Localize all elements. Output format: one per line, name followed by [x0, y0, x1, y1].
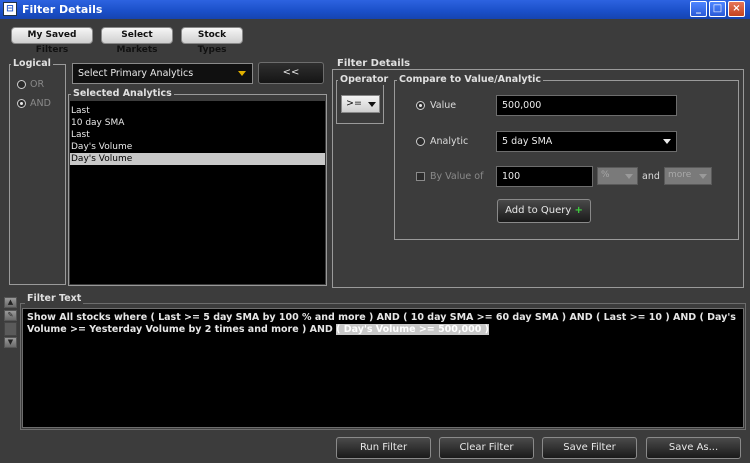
primary-analytics-dropdown[interactable]: Select Primary Analytics	[72, 63, 253, 84]
maximize-button[interactable]: □	[709, 1, 726, 17]
analytic-select[interactable]: 5 day SMA	[496, 131, 677, 152]
add-to-query-label: Add to Query	[505, 205, 572, 216]
title-bar: ⊟ Filter Details _ □ ×	[0, 0, 750, 19]
list-item[interactable]: Day's Volume	[70, 141, 325, 153]
more-value: more	[668, 170, 692, 180]
filter-text-area[interactable]: Show All stocks where ( Last >= 5 day SM…	[22, 308, 744, 428]
chevron-down-icon	[663, 139, 671, 144]
minimize-button[interactable]: _	[690, 1, 707, 17]
analytic-value: 5 day SMA	[502, 136, 553, 147]
selected-analytics-legend: Selected Analytics	[71, 88, 174, 99]
more-select[interactable]: more	[664, 167, 712, 185]
close-button[interactable]: ×	[728, 1, 745, 17]
value-label: Value	[430, 100, 457, 111]
list-item[interactable]: Last	[70, 129, 325, 141]
by-value-checkbox[interactable]	[416, 172, 425, 181]
clear-filter-button[interactable]: Clear Filter	[439, 437, 534, 459]
by-value-label: By Value of	[430, 171, 484, 182]
side-spacer	[4, 322, 17, 336]
unit-select[interactable]: %	[597, 167, 638, 185]
plus-icon: +	[574, 205, 583, 216]
chevron-down-icon	[368, 102, 376, 107]
move-down-icon[interactable]: ▼	[4, 337, 17, 348]
add-to-query-button[interactable]: Add to Query +	[497, 199, 591, 223]
filter-details-legend: Filter Details	[335, 58, 413, 69]
stock-types-button[interactable]: Stock Types	[181, 27, 243, 55]
run-filter-button[interactable]: Run Filter	[336, 437, 431, 459]
and-label-text: and	[642, 171, 660, 182]
save-filter-button[interactable]: Save Filter	[542, 437, 637, 459]
operator-value: >=	[346, 98, 362, 109]
primary-analytics-text: Select Primary Analytics	[78, 68, 194, 79]
or-label: OR	[30, 79, 45, 90]
remove-analytic-button[interactable]: <<	[258, 62, 324, 84]
app-icon: ⊟	[3, 2, 17, 16]
select-markets-button[interactable]: Select Markets	[101, 27, 173, 55]
list-item[interactable]: Last	[70, 105, 325, 117]
filter-text-legend: Filter Text	[25, 293, 84, 304]
edit-icon[interactable]: ✎	[4, 310, 17, 321]
window-title: Filter Details	[22, 3, 103, 16]
save-as-button[interactable]: Save As...	[646, 437, 741, 459]
chevron-down-icon	[699, 174, 707, 179]
chevron-down-icon	[238, 71, 246, 76]
compare-legend: Compare to Value/Analytic	[397, 74, 543, 85]
or-radio[interactable]	[17, 80, 26, 89]
analytic-label: Analytic	[430, 136, 469, 147]
by-value-input[interactable]: 100	[496, 166, 593, 187]
value-input[interactable]: 500,000	[496, 95, 677, 116]
my-saved-filters-button[interactable]: My Saved Filters	[11, 27, 93, 55]
filter-text-highlight: ( Day's Volume >= 500,000 )	[336, 324, 489, 335]
move-up-icon[interactable]: ▲	[4, 297, 17, 308]
and-radio[interactable]	[17, 99, 26, 108]
operator-select[interactable]: >=	[341, 95, 380, 113]
and-label: AND	[30, 98, 51, 109]
chevron-down-icon	[625, 174, 633, 179]
list-item[interactable]: 10 day SMA	[70, 117, 325, 129]
unit-value: %	[601, 170, 610, 180]
analytic-radio[interactable]	[416, 137, 425, 146]
operator-legend: Operator	[338, 74, 391, 85]
list-item-selected[interactable]: Day's Volume	[70, 153, 325, 165]
value-radio[interactable]	[416, 101, 425, 110]
logical-legend: Logical	[11, 58, 53, 69]
selected-analytics-list[interactable]: Last 10 day SMA Last Day's Volume Day's …	[70, 101, 325, 284]
